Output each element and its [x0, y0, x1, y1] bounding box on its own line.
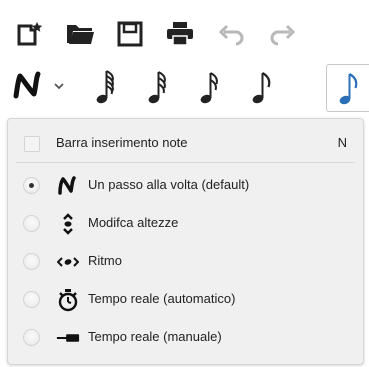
- print-button[interactable]: [160, 18, 200, 50]
- repitch-radio[interactable]: [23, 215, 40, 232]
- 64th-note-icon: [96, 70, 114, 104]
- repitch-label: Modifca altezze: [88, 215, 179, 230]
- save-icon: [117, 21, 143, 47]
- new-score-button[interactable]: [10, 18, 50, 50]
- eighth-note-icon: [252, 72, 271, 104]
- menu-separator: [16, 162, 355, 163]
- note-input-mode-button[interactable]: [8, 64, 72, 108]
- duration-eighth-button[interactable]: [240, 64, 284, 110]
- step-time-n-icon: [56, 174, 80, 198]
- note-input-toolbar: [0, 58, 369, 118]
- new-score-icon: [17, 22, 43, 46]
- 16th-note-icon: [200, 72, 218, 104]
- open-button[interactable]: [60, 18, 100, 50]
- rhythm-icon: [56, 250, 80, 274]
- musescore-toolbar-region: Barra inserimento note N Un passo alla v…: [0, 0, 369, 367]
- redo-icon: [270, 24, 296, 46]
- rhythm-label: Ritmo: [88, 253, 122, 268]
- redo-button[interactable]: [262, 18, 302, 50]
- duration-64th-button[interactable]: [84, 64, 128, 110]
- menu-item-realtime-auto[interactable]: Tempo reale (automatico): [8, 281, 363, 319]
- note-input-bar-shortcut: N: [337, 135, 347, 150]
- chevron-down-icon[interactable]: [52, 80, 66, 92]
- realtime-manual-label: Tempo reale (manuale): [88, 329, 222, 344]
- quarter-note-icon: [339, 73, 357, 105]
- print-icon: [167, 22, 193, 46]
- menu-item-toggle-note-input-bar[interactable]: Barra inserimento note N: [8, 123, 363, 161]
- menu-item-repitch[interactable]: Modifca altezze: [8, 205, 363, 243]
- step-time-label: Un passo alla volta (default): [88, 177, 250, 192]
- undo-button[interactable]: [212, 18, 252, 50]
- stopwatch-icon: [56, 288, 80, 312]
- note-input-n-icon: [13, 71, 41, 99]
- duration-32nd-button[interactable]: [136, 64, 180, 110]
- file-toolbar: [0, 0, 369, 58]
- realtime-auto-label: Tempo reale (automatico): [88, 291, 236, 306]
- menu-item-realtime-manual[interactable]: Tempo reale (manuale): [8, 319, 363, 357]
- save-button[interactable]: [110, 18, 150, 50]
- realtime-auto-radio[interactable]: [23, 291, 40, 308]
- note-input-bar-label: Barra inserimento note: [56, 135, 188, 150]
- note-input-mode-menu: Barra inserimento note N Un passo alla v…: [7, 118, 364, 365]
- realtime-manual-radio[interactable]: [23, 329, 40, 346]
- 32nd-note-icon: [148, 71, 166, 104]
- repitch-arrows-icon: [56, 212, 80, 236]
- undo-icon: [218, 24, 244, 46]
- duration-quarter-button[interactable]: [326, 64, 369, 112]
- menu-item-rhythm[interactable]: Ritmo: [8, 243, 363, 281]
- menu-item-step-time[interactable]: Un passo alla volta (default): [8, 167, 363, 205]
- key-pedal-icon: [56, 326, 80, 350]
- note-input-bar-checkbox[interactable]: [24, 136, 40, 152]
- duration-16th-button[interactable]: [188, 64, 232, 110]
- rhythm-radio[interactable]: [23, 253, 40, 270]
- open-folder-icon: [67, 25, 94, 44]
- step-time-radio[interactable]: [23, 177, 40, 194]
